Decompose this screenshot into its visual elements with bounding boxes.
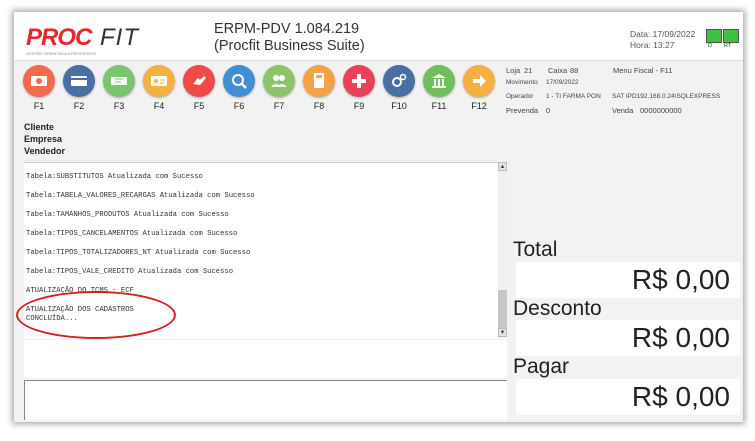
f5-label: F5 (193, 101, 205, 111)
loja-value: 21 (524, 66, 533, 75)
f9-label: F9 (353, 101, 365, 111)
total-label: Total (513, 238, 558, 261)
hand-icon (183, 65, 215, 97)
log-line: Tabela:TIPOS_CANCELAMENTOS Atualizada co… (26, 230, 238, 238)
caixa-label: Caixa (548, 66, 568, 75)
status-rt-label: RT (724, 43, 732, 49)
pagar-value: R$ 0,00 (631, 381, 730, 412)
f8-button[interactable]: F8 (300, 65, 338, 111)
caixa-value: 88 (570, 66, 579, 75)
f7-button[interactable]: F7 (260, 65, 298, 111)
f1-button[interactable]: F1 (20, 65, 58, 111)
scroll-up-arrow-icon[interactable]: ▲ (498, 162, 507, 171)
customer-info: Cliente Empresa Vendedor (24, 121, 65, 157)
f1-label: F1 (33, 101, 45, 111)
date-time: Data: 17/09/2022 Hora: 13:27 (630, 29, 695, 51)
cliente-label: Cliente (24, 122, 55, 132)
item-list-area (24, 340, 507, 378)
log-line: Tabela:TIPOS_VALE_CREDITO Atualizada com… (26, 268, 234, 276)
movimento-label: Movimento (506, 79, 538, 86)
bank-icon (423, 65, 455, 97)
f12-button[interactable]: F12 (460, 65, 498, 111)
log-line: Tabela:TAMANHOS_PRODUTOS Atualizada com … (26, 211, 229, 219)
log-scrollbar[interactable]: ▲ ▼ (498, 162, 507, 338)
venda-value: 0000000000 (640, 106, 682, 115)
f10-label: F10 (391, 101, 407, 111)
f5-button[interactable]: F5 (180, 65, 218, 111)
logo-proc-text: PROC (26, 24, 92, 51)
venda-label: Venda (612, 106, 634, 115)
f2-button[interactable]: F2 (60, 65, 98, 111)
f4-button[interactable]: F4 (140, 65, 178, 111)
desconto-label: Desconto (513, 297, 602, 320)
app-suite-name: (Procfit Business Suite) (214, 38, 365, 54)
sat-value: D192.168.0.24\SQLEXPRESS (632, 93, 721, 100)
store-info-panel: Loja 21 Caixa 88 Menu Fiscal - F11 Movim… (506, 66, 743, 118)
pagar-label: Pagar (513, 355, 570, 378)
desconto-value-box: R$ 0,00 (516, 320, 740, 356)
f3-button[interactable]: F3 (100, 65, 138, 111)
total-value: R$ 0,00 (631, 264, 730, 295)
vendedor-label: Vendedor (24, 146, 66, 156)
status-rt-indicator (723, 29, 739, 43)
sat-label: SAT IP: (612, 93, 634, 100)
highlight-ellipse (16, 291, 176, 339)
f2-label: F2 (73, 101, 85, 111)
f11-label: F11 (431, 101, 447, 111)
medical-icon (343, 65, 375, 97)
ticket-icon (103, 65, 135, 97)
users-icon (263, 65, 295, 97)
logo-tagline: GESTÃO ORIENTADA A PROCESSOS (26, 51, 97, 56)
movimento-value: 17/09/2022 (546, 79, 579, 86)
barcode-input[interactable] (24, 380, 507, 420)
status-d-indicator (706, 29, 722, 43)
operador-label: Operador (506, 93, 534, 100)
procfit-logo: PROC FIT GESTÃO ORIENTADA A PROCESSOS (26, 24, 166, 56)
scroll-down-arrow-icon[interactable]: ▼ (498, 328, 507, 337)
calculator-icon (303, 65, 335, 97)
empresa-label: Empresa (24, 134, 63, 144)
f3-label: F3 (113, 101, 125, 111)
f10-button[interactable]: F10 (380, 65, 418, 111)
desconto-value: R$ 0,00 (631, 322, 730, 353)
operador-value: 1 - TI FARMA PON (546, 93, 601, 100)
f6-button[interactable]: F6 (220, 65, 258, 111)
f6-label: F6 (233, 101, 245, 111)
prevenda-value: 0 (546, 106, 551, 115)
f8-label: F8 (313, 101, 325, 111)
cash-icon (23, 65, 55, 97)
f12-label: F12 (471, 101, 487, 111)
status-d-label: D (708, 43, 712, 49)
search-icon (223, 65, 255, 97)
pdv-window: PROC FIT GESTÃO ORIENTADA A PROCESSOS ER… (14, 12, 743, 422)
card-icon (63, 65, 95, 97)
prevenda-label: Prevenda (506, 106, 539, 115)
log-line: Tabela:TABELA_VALORES_RECARGAS Atualizad… (26, 192, 255, 200)
header-bar: PROC FIT GESTÃO ORIENTADA A PROCESSOS ER… (14, 12, 743, 60)
f4-label: F4 (153, 101, 165, 111)
loja-label: Loja (506, 66, 521, 75)
time-text: Hora: 13:27 (630, 40, 675, 50)
log-line: Tabela:TIPOS_TOTALIZADORES_NT Atualizada… (26, 249, 251, 257)
logo-fit-text: FIT (100, 24, 139, 51)
status-indicators: D RT (706, 29, 740, 51)
gears-icon (383, 65, 415, 97)
f7-label: F7 (273, 101, 285, 111)
log-line: Tabela:SUBSTITUTOS Atualizada com Sucess… (26, 173, 203, 181)
f9-button[interactable]: F9 (340, 65, 378, 111)
scrollbar-thumb[interactable] (498, 290, 507, 328)
f11-button[interactable]: F11 (420, 65, 458, 111)
id-card-icon (143, 65, 175, 97)
pagar-value-box: R$ 0,00 (516, 379, 740, 415)
total-value-box: R$ 0,00 (516, 262, 740, 298)
app-version: ERPM-PDV 1.084.219 (214, 21, 360, 37)
arrow-right-icon (463, 65, 495, 97)
function-toolbar: F1 F2 F3 F4 F5 F6 F7 F8 F9 F10 F11 F12 (14, 61, 504, 113)
menu-fiscal-link[interactable]: Menu Fiscal - F11 (613, 66, 672, 75)
date-text: Data: 17/09/2022 (630, 29, 696, 39)
app-title: ERPM-PDV 1.084.219 (Procfit Business Sui… (214, 21, 404, 55)
